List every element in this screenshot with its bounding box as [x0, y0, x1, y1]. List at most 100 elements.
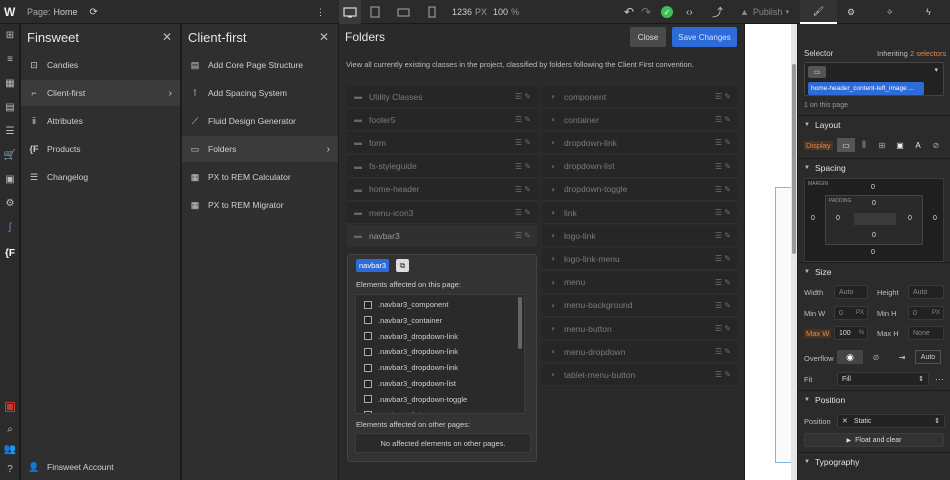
overflow-auto-button[interactable]: Auto — [915, 350, 941, 364]
redo-icon[interactable]: ↷ — [641, 0, 651, 24]
row-actions-icon[interactable]: ☰ ✎ — [715, 347, 731, 356]
class-row[interactable]: ◖ link ☰ ✎ — [542, 202, 737, 224]
folder-row[interactable]: ▬ menu-icon3 ☰ ✎ — [347, 202, 537, 224]
cf-item-folders[interactable]: ▭ Folders › — [182, 136, 338, 162]
close-icon[interactable]: ✕ — [162, 30, 172, 44]
min-height-unit[interactable]: PX — [932, 310, 940, 316]
scrollbar[interactable] — [518, 297, 522, 349]
margin-top-value[interactable]: 0 — [871, 184, 875, 191]
margin-right-value[interactable]: 0 — [933, 215, 937, 222]
row-actions-icon[interactable]: ☰ ✎ — [715, 231, 731, 240]
cf-item-spacing[interactable]: ⊺ Add Spacing System — [182, 80, 338, 106]
row-actions-icon[interactable]: ☰ ✎ — [715, 162, 731, 171]
desktop-breakpoint-icon[interactable] — [339, 0, 361, 24]
layout-section-header[interactable]: ▼ Layout — [798, 115, 950, 133]
finsweet-item-attributes[interactable]: ⅱ Attributes — [21, 108, 180, 134]
canvas-width-value[interactable]: 1236 — [452, 7, 472, 17]
class-row[interactable]: ◖ component ☰ ✎ — [542, 86, 737, 108]
row-actions-icon[interactable]: ☰ ✎ — [715, 301, 731, 310]
overflow-scroll-icon[interactable]: ⇥ — [889, 350, 915, 364]
row-actions-icon[interactable]: ☰ ✎ — [515, 208, 531, 217]
folder-row[interactable]: ▬ home-header ☰ ✎ — [347, 178, 537, 201]
assets-icon[interactable]: ▣ — [3, 172, 17, 186]
more-options-icon[interactable]: ⋯ — [935, 374, 944, 385]
height-input[interactable]: Auto — [908, 285, 944, 299]
undo-icon[interactable]: ↶ — [624, 0, 634, 24]
affected-class-row[interactable]: .navbar3_container — [364, 313, 442, 328]
row-actions-icon[interactable]: ☰ ✎ — [515, 185, 531, 194]
checkbox[interactable] — [364, 300, 372, 309]
float-and-clear-button[interactable]: ▶ Float and clear — [804, 433, 944, 447]
navigator-icon[interactable]: ≡ — [3, 52, 17, 66]
refresh-icon[interactable]: ⟳ — [90, 7, 98, 18]
cf-item-px-rem-calc[interactable]: ▦ PX to REM Calculator — [182, 164, 338, 190]
zoom-value[interactable]: 100 — [493, 7, 508, 17]
min-width-unit[interactable]: PX — [856, 310, 864, 316]
overflow-hidden-icon[interactable]: ⊘ — [863, 350, 889, 364]
margin-left-value[interactable]: 0 — [811, 215, 815, 222]
margin-bottom-value[interactable]: 0 — [871, 249, 875, 256]
cf-item-core-structure[interactable]: ▤ Add Core Page Structure — [182, 52, 338, 78]
save-changes-button[interactable]: Save Changes — [672, 27, 737, 47]
overflow-visible-eye-icon[interactable]: ◉ — [837, 350, 863, 364]
interactions-icon[interactable]: ✧ — [886, 0, 894, 24]
affected-class-row[interactable]: .navbar3_dropdown-link — [364, 329, 458, 344]
typography-section-header[interactable]: ▼ Typography — [798, 452, 950, 470]
finsweet-account[interactable]: 👤 Finsweet Account — [21, 454, 180, 480]
checkbox[interactable] — [364, 379, 372, 388]
selector-field[interactable]: ▭ ▾ home-header_content-left_image ... — [804, 62, 944, 96]
padding-top-value[interactable]: 0 — [872, 200, 876, 207]
mobile-breakpoint-icon[interactable] — [428, 0, 436, 24]
checkbox[interactable] — [364, 332, 372, 341]
class-row[interactable]: ◖ logo-link ☰ ✎ — [542, 225, 737, 248]
padding-bottom-value[interactable]: 0 — [872, 232, 876, 239]
lightning-icon[interactable]: ϟ — [926, 0, 931, 24]
selector-class-chip[interactable]: home-header_content-left_image ... — [808, 82, 924, 95]
design-canvas[interactable] — [745, 24, 797, 480]
position-section-header[interactable]: ▼ Position — [798, 390, 950, 408]
class-row[interactable]: ◖ menu-dropdown ☰ ✎ — [542, 341, 737, 364]
cms-icon[interactable]: ☰ — [3, 124, 17, 138]
inheriting-count[interactable]: 2 selectors — [910, 49, 946, 58]
pages-icon[interactable]: ▤ — [3, 100, 17, 114]
row-actions-icon[interactable]: ☰ ✎ — [715, 185, 731, 194]
row-actions-icon[interactable]: ☰ ✎ — [515, 162, 531, 171]
add-elements-icon[interactable]: ⊞ — [3, 28, 17, 42]
padding-right-value[interactable]: 0 — [908, 215, 912, 222]
row-actions-icon[interactable]: ☰ ✎ — [715, 324, 731, 333]
affected-class-row[interactable]: .navbar3_dropdown-link — [364, 360, 458, 375]
display-grid-icon[interactable]: ⊞ — [873, 138, 891, 152]
finsweet-icon[interactable]: {F — [3, 246, 17, 260]
finsweet-item-products[interactable]: {F Products — [21, 136, 180, 162]
min-width-input[interactable]: 0 PX — [834, 306, 868, 320]
row-actions-icon[interactable]: ☰ ✎ — [715, 115, 731, 124]
row-actions-icon[interactable]: ☰ ✎ — [715, 92, 731, 101]
row-actions-icon[interactable]: ☰ ✎ — [515, 231, 531, 240]
publish-button[interactable]: ▲ Publish ▾ — [740, 0, 789, 24]
logic-icon[interactable]: ʃ — [3, 220, 17, 234]
settings-gear-icon[interactable]: ⚙ — [3, 196, 17, 210]
width-input[interactable]: Auto — [834, 285, 868, 299]
finsweet-item-changelog[interactable]: ☰ Changelog — [21, 164, 180, 190]
padding-left-value[interactable]: 0 — [836, 215, 840, 222]
more-options-icon[interactable]: ⋮ — [316, 0, 325, 24]
display-flex-icon[interactable]: ⫼ — [855, 138, 873, 152]
display-none-icon[interactable]: ⊘ — [927, 138, 945, 152]
max-width-unit[interactable]: % — [859, 330, 864, 336]
class-row[interactable]: ◖ menu-background ☰ ✎ — [542, 294, 737, 317]
max-height-input[interactable]: None — [908, 326, 944, 340]
row-actions-icon[interactable]: ☰ ✎ — [715, 370, 731, 379]
finsweet-item-candies[interactable]: ⊡ Candies — [21, 52, 180, 78]
class-row[interactable]: ◖ dropdown-toggle ☰ ✎ — [542, 178, 737, 201]
affected-class-row[interactable]: .navbar3_component — [364, 297, 448, 312]
chevron-down-icon[interactable]: ▾ — [934, 66, 938, 74]
code-icon[interactable]: ‹› — [686, 0, 693, 24]
folder-row[interactable]: ▬ navbar3 ☰ ✎ — [347, 225, 537, 248]
row-actions-icon[interactable]: ☰ ✎ — [715, 208, 731, 217]
landscape-breakpoint-icon[interactable] — [397, 0, 410, 24]
max-width-input[interactable]: 100% — [834, 326, 868, 340]
page-selector[interactable]: Page: Home ⟳ — [27, 0, 98, 24]
row-actions-icon[interactable]: ☰ ✎ — [515, 92, 531, 101]
row-actions-icon[interactable]: ☰ ✎ — [715, 254, 731, 263]
affected-class-row[interactable]: .navbar3_dropdown-toggle — [364, 392, 467, 407]
